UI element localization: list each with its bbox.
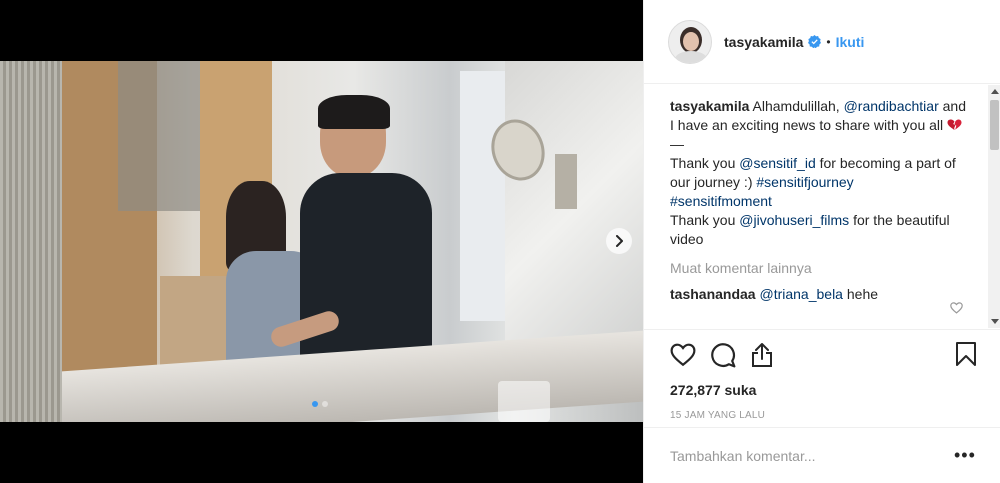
comment-icon[interactable] [710,342,736,368]
caption-text: Thank you [670,155,740,171]
window [460,71,505,321]
share-icon[interactable] [750,342,774,368]
comment-input[interactable] [670,447,930,464]
caption-text: Thank you [670,212,740,228]
post-caption: tasyakamila Alhamdulillah, @randibachtia… [670,97,970,249]
scroll-down-arrow-icon[interactable] [991,319,999,324]
comments-scrollbar[interactable] [988,85,1000,328]
caption-mention[interactable]: @randibachtiar [844,98,939,114]
post-timestamp[interactable]: 15 JAM YANG LALU [670,410,1000,421]
comment-item: tashanandaa @triana_bela hehe [670,286,1000,314]
caption-hashtag[interactable]: #sensitifjourney [756,174,853,190]
caption-hashtag[interactable]: #sensitifmoment [670,193,772,209]
add-comment-section: ••• [644,427,1000,483]
avatar-face [683,31,699,51]
comment-text: hehe [842,286,879,302]
more-options-button[interactable]: ••• [954,446,976,464]
action-icons [670,340,1000,370]
carousel-indicator [312,401,328,407]
chevron-right-icon [616,235,623,247]
caption-mention[interactable]: @sensitif_id [739,155,815,171]
mirror-mount [555,154,577,209]
mirror-frame [118,61,200,211]
comments-list[interactable]: tasyakamila Alhamdulillah, @randibachtia… [644,85,1000,328]
heart-icon[interactable] [670,343,696,367]
avatar-shoulders [675,50,707,63]
verified-badge-icon [808,35,822,48]
scrollbar-thumb[interactable] [990,100,999,150]
caption-username[interactable]: tasyakamila [670,98,749,114]
broken-heart-icon [947,119,962,130]
scroll-up-arrow-icon[interactable] [991,89,999,94]
caption-mention[interactable]: @jivohuseri_films [739,212,849,228]
load-more-comments-button[interactable]: Muat komentar lainnya [670,260,1000,276]
carousel-next-button[interactable] [606,228,632,254]
comment-like-icon[interactable] [950,302,963,314]
header-separator: • [826,34,831,49]
header-username[interactable]: tasyakamila [724,34,803,50]
carousel-dot-1 [312,401,318,407]
carousel-dot-2 [322,401,328,407]
caption-text: Alhamdulillah, [749,98,844,114]
curtain [0,61,62,422]
man-hair [318,95,390,129]
post-sidebar: tasyakamila • Ikuti tasyakamila Alhamdul… [643,0,1000,483]
glass-cup [498,381,550,422]
caption-dash: — [670,136,684,152]
avatar[interactable] [668,19,712,64]
bookmark-icon[interactable] [955,341,977,367]
marble-wall [505,61,643,361]
post-header: tasyakamila • Ikuti [644,0,1000,84]
comment-username[interactable]: tashanandaa [670,286,756,302]
comment-mention[interactable]: @triana_bela [759,286,843,302]
follow-button[interactable]: Ikuti [836,34,865,50]
post-media[interactable] [0,0,643,483]
post-photo[interactable] [0,61,643,422]
like-count[interactable]: 272,877 suka [670,382,1000,398]
